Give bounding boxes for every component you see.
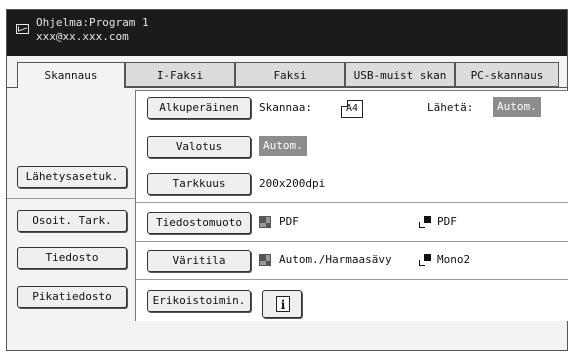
- tab-baseline: [7, 87, 17, 88]
- settings-panel: [135, 90, 568, 321]
- resolution-value: 200x200dpi: [259, 177, 326, 190]
- resolution-button[interactable]: Tarkkuus: [147, 173, 251, 195]
- divider: [136, 241, 568, 242]
- mail-icon: [16, 24, 29, 34]
- address-check-button[interactable]: Osoit. Tark.: [17, 210, 127, 232]
- tab-i-faksi[interactable]: I-Faksi: [125, 62, 235, 87]
- header-bar: Ohjelma:Program 1 xxx@xx.xxx.com: [7, 10, 567, 56]
- exposure-button[interactable]: Valotus: [147, 136, 251, 158]
- tab-baseline: [125, 87, 567, 88]
- program-name: Ohjelma:Program 1: [36, 16, 149, 29]
- send-label: Lähetä:: [427, 101, 474, 114]
- tab-usb-scan[interactable]: USB-muist skan: [345, 62, 455, 87]
- divider: [136, 202, 568, 203]
- scan-label: Skannaa:: [259, 101, 312, 114]
- send-settings-button[interactable]: Lähetysasetuk.: [17, 166, 127, 188]
- tab-faksi[interactable]: Faksi: [235, 62, 345, 87]
- file-format-button[interactable]: Tiedostomuoto: [147, 212, 251, 234]
- send-value: Autom.: [493, 97, 541, 117]
- file-format-color: PDF: [279, 215, 299, 228]
- original-button[interactable]: Alkuperäinen: [147, 97, 251, 119]
- tab-pc-scan[interactable]: PC-skannaus: [455, 62, 559, 87]
- divider: [136, 279, 568, 280]
- color-mode-mono: Mono2: [437, 253, 471, 266]
- divider: [7, 198, 135, 199]
- paper-a4-icon: A4: [341, 100, 363, 118]
- special-modes-button[interactable]: Erikoistoimin.: [147, 290, 251, 312]
- mono-icon: [419, 254, 431, 266]
- email-address: xxx@xx.xxx.com: [36, 30, 129, 43]
- color-mode-button[interactable]: Väritila: [147, 250, 251, 272]
- file-button[interactable]: Tiedosto: [17, 247, 127, 269]
- info-button[interactable]: i: [262, 290, 302, 318]
- file-format-mono: PDF: [437, 215, 457, 228]
- scan-size: A4: [345, 103, 359, 114]
- color-grid-icon: [259, 216, 271, 228]
- color-grid-icon: [259, 254, 271, 266]
- tab-skannaus[interactable]: Skannaus: [17, 62, 125, 88]
- exposure-value: Autom.: [259, 136, 307, 156]
- scanner-window: Ohjelma:Program 1 xxx@xx.xxx.com Skannau…: [6, 9, 568, 351]
- color-mode-color: Autom./Harmaasävy: [279, 253, 392, 266]
- quick-file-button[interactable]: Pikatiedosto: [17, 286, 127, 308]
- info-icon: i: [276, 296, 290, 312]
- mono-icon: [419, 216, 431, 228]
